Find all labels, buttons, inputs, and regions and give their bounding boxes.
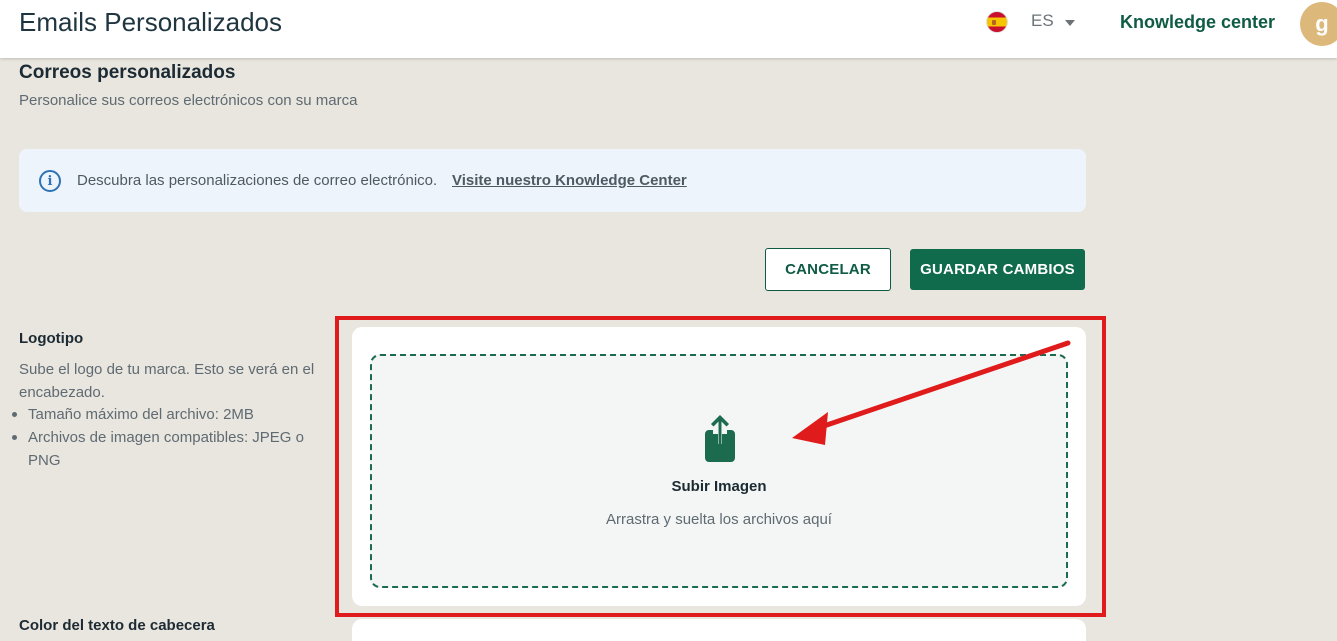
save-changes-button[interactable]: GUARDAR CAMBIOS (910, 249, 1085, 290)
page-subtitle: Personalice sus correos electrónicos con… (19, 92, 358, 109)
annotation-arrow-icon (792, 340, 1071, 445)
logo-section-title: Logotipo (19, 330, 84, 347)
cancel-button[interactable]: CANCELAR (765, 248, 891, 291)
logo-requirements-list: Tamaño máximo del archivo: 2MB Archivos … (9, 403, 329, 472)
logo-section-description: Sube el logo de tu marca. Esto se verá e… (19, 361, 315, 401)
info-banner: i Descubra las personalizaciones de corr… (19, 149, 1086, 212)
page-title: Correos personalizados (19, 62, 236, 83)
header-color-card (352, 619, 1086, 641)
info-icon: i (39, 170, 61, 192)
app-title: Emails Personalizados (19, 7, 283, 37)
knowledge-center-banner-link[interactable]: Visite nuestro Knowledge Center (452, 172, 687, 189)
list-item: Archivos de imagen compatibles: JPEG o P… (9, 426, 329, 472)
info-banner-text: Descubra las personalizaciones de correo… (77, 172, 438, 189)
avatar[interactable]: g (1300, 2, 1337, 46)
language-selector[interactable]: ES (1031, 11, 1054, 31)
chevron-down-icon[interactable] (1065, 20, 1075, 26)
spain-flag-icon[interactable] (986, 11, 1008, 33)
list-item: Tamaño máximo del archivo: 2MB (9, 403, 329, 426)
knowledge-center-link[interactable]: Knowledge center (1120, 12, 1275, 33)
header-text-color-title: Color del texto de cabecera (19, 617, 215, 634)
top-bar: Emails Personalizados ES Knowledge cente… (0, 0, 1337, 58)
